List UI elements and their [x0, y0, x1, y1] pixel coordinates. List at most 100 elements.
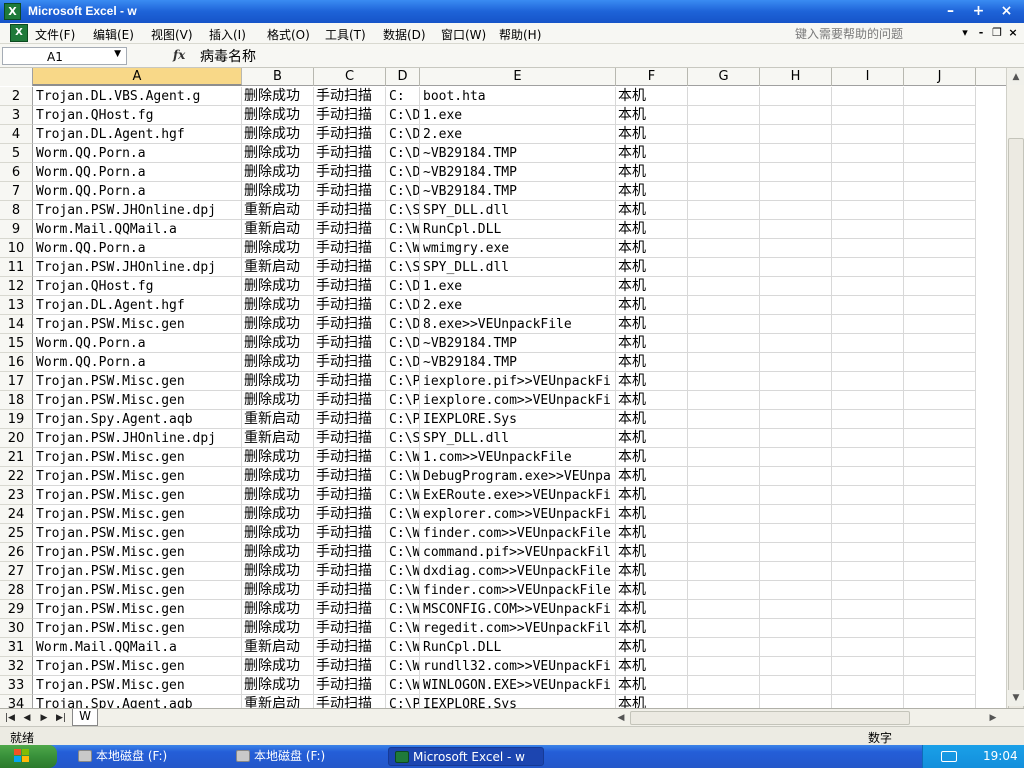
column-header-g[interactable]: G: [688, 68, 760, 86]
cell-f[interactable]: 本机: [616, 581, 688, 600]
task-local-disk-2[interactable]: 本地磁盘 (F:): [230, 747, 378, 766]
cell-e[interactable]: iexplore.pif>>VEUnpackFi: [420, 372, 616, 391]
cell-h[interactable]: [760, 258, 832, 277]
cell-b[interactable]: 删除成功: [242, 163, 314, 182]
help-dropdown-icon[interactable]: ▾: [958, 25, 972, 41]
row-header[interactable]: 14: [0, 315, 33, 334]
cell-e[interactable]: iexplore.com>>VEUnpackFi: [420, 391, 616, 410]
cell-a[interactable]: Trojan.PSW.Misc.gen: [33, 619, 242, 638]
cell-e[interactable]: explorer.com>>VEUnpackFi: [420, 505, 616, 524]
cell-f[interactable]: 本机: [616, 448, 688, 467]
cell-f[interactable]: 本机: [616, 220, 688, 239]
cell-i[interactable]: [832, 562, 904, 581]
cell-c[interactable]: 手动扫描: [314, 638, 386, 657]
cell-d[interactable]: C:\W: [386, 543, 420, 562]
cell-b[interactable]: 重新启动: [242, 258, 314, 277]
cell-i[interactable]: [832, 486, 904, 505]
cell-f[interactable]: 本机: [616, 410, 688, 429]
cell-e[interactable]: SPY_DLL.dll: [420, 258, 616, 277]
cell-b[interactable]: 重新启动: [242, 220, 314, 239]
cell-b[interactable]: 删除成功: [242, 486, 314, 505]
cell-c[interactable]: 手动扫描: [314, 372, 386, 391]
cell-a[interactable]: Trojan.QHost.fg: [33, 277, 242, 296]
cell-f[interactable]: 本机: [616, 562, 688, 581]
cell-b[interactable]: 重新启动: [242, 429, 314, 448]
cell-d[interactable]: C:\W: [386, 505, 420, 524]
select-all-corner[interactable]: [0, 68, 33, 86]
cell-a[interactable]: Trojan.PSW.Misc.gen: [33, 315, 242, 334]
cell-j[interactable]: [904, 524, 976, 543]
row-header[interactable]: 28: [0, 581, 33, 600]
cell-f[interactable]: 本机: [616, 676, 688, 695]
cell-d[interactable]: C:\D: [386, 334, 420, 353]
cell-f[interactable]: 本机: [616, 505, 688, 524]
cell-a[interactable]: Worm.QQ.Porn.a: [33, 334, 242, 353]
cell-b[interactable]: 删除成功: [242, 296, 314, 315]
cell-d[interactable]: C:\W: [386, 239, 420, 258]
cell-e[interactable]: SPY_DLL.dll: [420, 429, 616, 448]
cell-f[interactable]: 本机: [616, 239, 688, 258]
cell-d[interactable]: C:\W: [386, 562, 420, 581]
cell-g[interactable]: [688, 543, 760, 562]
cell-g[interactable]: [688, 125, 760, 144]
cell-f[interactable]: 本机: [616, 296, 688, 315]
cell-h[interactable]: [760, 106, 832, 125]
cell-a[interactable]: Trojan.PSW.Misc.gen: [33, 676, 242, 695]
cell-e[interactable]: finder.com>>VEUnpackFile: [420, 524, 616, 543]
row-header[interactable]: 6: [0, 163, 33, 182]
cell-h[interactable]: [760, 695, 832, 708]
cell-j[interactable]: [904, 353, 976, 372]
row-header[interactable]: 10: [0, 239, 33, 258]
cell-d[interactable]: C:\W: [386, 581, 420, 600]
horizontal-scrollbar[interactable]: ◀ ▶: [612, 710, 1002, 726]
cell-b[interactable]: 删除成功: [242, 581, 314, 600]
start-button[interactable]: [0, 745, 57, 768]
row-header[interactable]: 33: [0, 676, 33, 695]
column-header-c[interactable]: C: [314, 68, 386, 86]
cell-h[interactable]: [760, 277, 832, 296]
cell-d[interactable]: C:\P: [386, 391, 420, 410]
scroll-down-icon[interactable]: ▼: [1008, 690, 1024, 706]
cell-d[interactable]: C:: [386, 87, 420, 106]
cell-b[interactable]: 删除成功: [242, 505, 314, 524]
cell-g[interactable]: [688, 562, 760, 581]
cell-b[interactable]: 删除成功: [242, 125, 314, 144]
cell-e[interactable]: boot.hta: [420, 87, 616, 106]
cell-f[interactable]: 本机: [616, 258, 688, 277]
workbook-icon[interactable]: X: [10, 24, 28, 42]
cell-i[interactable]: [832, 277, 904, 296]
cell-h[interactable]: [760, 144, 832, 163]
cell-h[interactable]: [760, 163, 832, 182]
row-header[interactable]: 11: [0, 258, 33, 277]
cell-f[interactable]: 本机: [616, 315, 688, 334]
cell-c[interactable]: 手动扫描: [314, 201, 386, 220]
cell-c[interactable]: 手动扫描: [314, 220, 386, 239]
task-excel[interactable]: Microsoft Excel - w: [388, 747, 544, 766]
cell-b[interactable]: 删除成功: [242, 144, 314, 163]
cell-i[interactable]: [832, 182, 904, 201]
row-header[interactable]: 25: [0, 524, 33, 543]
cell-g[interactable]: [688, 353, 760, 372]
cell-j[interactable]: [904, 467, 976, 486]
cell-e[interactable]: 2.exe: [420, 296, 616, 315]
cell-j[interactable]: [904, 315, 976, 334]
cell-j[interactable]: [904, 277, 976, 296]
cell-j[interactable]: [904, 600, 976, 619]
row-header[interactable]: 30: [0, 619, 33, 638]
cell-f[interactable]: 本机: [616, 334, 688, 353]
cell-c[interactable]: 手动扫描: [314, 524, 386, 543]
cell-g[interactable]: [688, 524, 760, 543]
cell-a[interactable]: Trojan.DL.VBS.Agent.g: [33, 87, 242, 106]
row-header[interactable]: 16: [0, 353, 33, 372]
cell-j[interactable]: [904, 657, 976, 676]
menu-help[interactable]: 帮助(H): [499, 26, 541, 43]
cell-h[interactable]: [760, 676, 832, 695]
cell-g[interactable]: [688, 505, 760, 524]
cell-i[interactable]: [832, 334, 904, 353]
column-header-j[interactable]: J: [904, 68, 976, 86]
cell-h[interactable]: [760, 543, 832, 562]
cell-e[interactable]: 2.exe: [420, 125, 616, 144]
sheet-tab-w[interactable]: W: [72, 709, 98, 726]
cell-e[interactable]: IEXPLORE.Sys: [420, 695, 616, 708]
cell-b[interactable]: 删除成功: [242, 106, 314, 125]
